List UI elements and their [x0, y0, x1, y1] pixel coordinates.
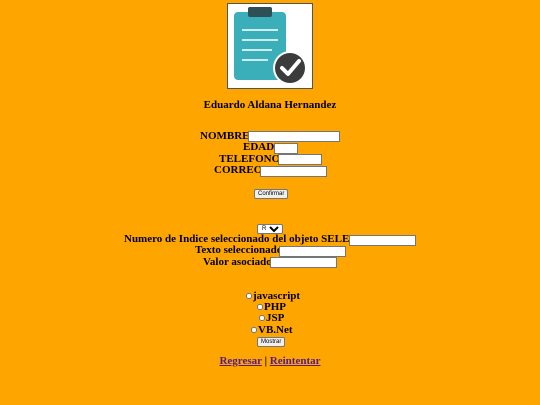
confirm-button[interactable]: Confirmar — [254, 189, 289, 199]
checkbox-php[interactable] — [257, 304, 263, 311]
text-field[interactable] — [279, 246, 346, 257]
text-label: Texto seleccionado: — [195, 244, 286, 256]
link-separator: | — [264, 355, 268, 367]
edad-label: EDAD — [243, 141, 275, 153]
checkbox-javascript[interactable] — [246, 293, 252, 300]
show-button[interactable]: Mostrar — [257, 337, 286, 347]
checkbox-item-vbnet[interactable]: VB.Net — [251, 324, 293, 336]
index-field[interactable] — [349, 235, 416, 246]
checkbox-item-jsp[interactable]: JSP — [259, 312, 284, 324]
value-label: Valor asociado: — [203, 256, 276, 268]
checkbox-jsp[interactable] — [259, 315, 265, 322]
retry-link[interactable]: Reintentar — [270, 355, 321, 367]
correo-field[interactable] — [260, 166, 327, 177]
telefono-field[interactable] — [278, 154, 322, 165]
checkbox-vbnet[interactable] — [251, 327, 257, 334]
checkbox-label: VB.Net — [258, 324, 293, 336]
value-field[interactable] — [270, 257, 337, 268]
checkbox-label: JSP — [266, 312, 285, 324]
footer-links: Regresar | Reintentar — [0, 355, 540, 367]
back-link[interactable]: Regresar — [219, 355, 261, 367]
clipboard-check-icon — [227, 3, 313, 89]
correo-label: CORREO — [214, 164, 263, 176]
author-name: Eduardo Aldana Hernandez — [203, 99, 337, 111]
